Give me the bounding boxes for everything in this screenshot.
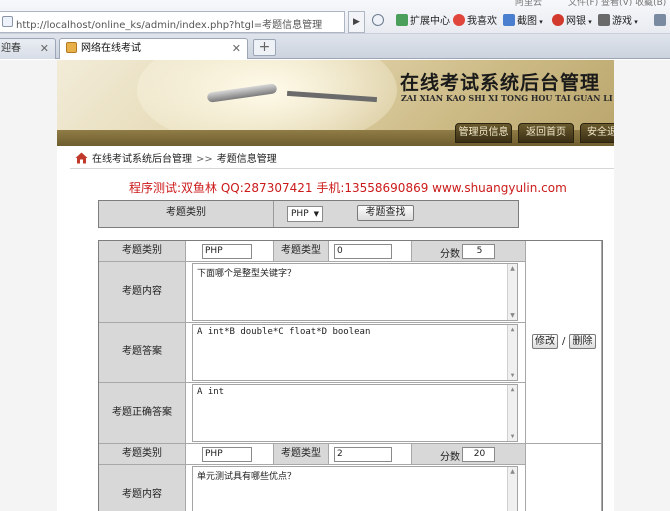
- netbank-button[interactable]: 网银 ▾: [552, 14, 592, 30]
- type-field[interactable]: 0: [334, 244, 392, 259]
- menu-bar-cut: 阿里云: [515, 0, 543, 8]
- content-label: 考题内容: [99, 465, 186, 511]
- breadcrumb-root[interactable]: 在线考试系统后台管理: [92, 154, 192, 165]
- page-favicon-icon: [66, 42, 77, 53]
- wrench-icon: [654, 14, 666, 26]
- search-button[interactable]: 考题查找: [357, 205, 414, 221]
- type-field[interactable]: 2: [334, 447, 392, 462]
- edit-button[interactable]: 修改: [532, 334, 558, 349]
- category-select[interactable]: PHP ▼: [287, 206, 323, 222]
- score-label: 分数: [440, 452, 460, 463]
- question-table: 考题类别 PHP 考题类型 0 分数 5 考题内容 下面哪个是整型关键字？ ▲ ▼…: [98, 240, 603, 511]
- category-field[interactable]: PHP: [202, 244, 252, 259]
- correct-answer-label: 考题正确答案: [99, 383, 186, 444]
- search-category-label: 考题类别: [99, 201, 274, 227]
- action-cell: 修改 / 删除: [526, 241, 602, 444]
- close-icon[interactable]: ✕: [232, 39, 241, 58]
- content-textarea[interactable]: 下面哪个是整型关键字？ ▲ ▼: [192, 263, 518, 321]
- banner: 在线考试系统后台管理 ZAI XIAN KAO SHI XI TONG HOU …: [57, 60, 614, 146]
- tab-inactive[interactable]: 迎春 ✕: [0, 38, 56, 59]
- screenshot-button[interactable]: 截图 ▾: [503, 14, 543, 30]
- gamepad-icon: [598, 14, 610, 26]
- favorites-button[interactable]: 我喜欢: [453, 14, 497, 30]
- search-form: 考题类别 PHP ▼ 考题查找: [98, 200, 519, 228]
- tools-button[interactable]: [654, 14, 668, 30]
- type-label: 考题类型: [274, 241, 329, 262]
- answer-textarea[interactable]: A int*B double*C float*D boolean ▲ ▼: [192, 324, 518, 381]
- address-text: http://localhost/online_ks/admin/index.p…: [16, 20, 323, 31]
- scrollbar[interactable]: ▲: [507, 467, 517, 511]
- menu-bar-cut-right: 文件(F) 查看(V) 收藏(B): [568, 0, 667, 8]
- content-textarea[interactable]: 单元测试具有哪些优点？ ▲: [192, 466, 518, 511]
- correct-answer-textarea[interactable]: A int ▲ ▼: [192, 384, 518, 442]
- address-bar[interactable]: http://localhost/online_ks/admin/index.p…: [0, 11, 345, 33]
- dropdown-arrow-icon: ▼: [313, 210, 319, 218]
- browser-toolbar: 阿里云 文件(F) 查看(V) 收藏(B) http://localhost/o…: [0, 0, 670, 34]
- puzzle-icon: [396, 14, 408, 26]
- home-icon: [75, 152, 88, 164]
- delete-button[interactable]: 删除: [569, 334, 596, 349]
- score-label: 分数: [440, 249, 460, 260]
- breadcrumb-current: 考题信息管理: [216, 154, 277, 165]
- divider: [70, 168, 614, 169]
- scrollbar[interactable]: ▲ ▼: [507, 325, 517, 380]
- action-cell: [526, 444, 602, 511]
- logout-button[interactable]: 安全退出: [580, 123, 614, 143]
- answer-label: 考题答案: [99, 323, 186, 383]
- score-field[interactable]: 5: [462, 244, 495, 259]
- close-icon[interactable]: ✕: [40, 39, 49, 58]
- category-label: 考题类别: [99, 241, 186, 262]
- shield-button[interactable]: [372, 14, 386, 30]
- category-field[interactable]: PHP: [202, 447, 252, 462]
- site-title-pinyin: ZAI XIAN KAO SHI XI TONG HOU TAI GUAN LI: [401, 93, 613, 103]
- breadcrumb: 在线考试系统后台管理 >> 考题信息管理: [75, 152, 277, 166]
- site-title: 在线考试系统后台管理: [400, 72, 601, 94]
- new-tab-button[interactable]: +: [253, 39, 276, 56]
- go-button[interactable]: ▶: [348, 11, 365, 33]
- tab-active[interactable]: 网络在线考试 ✕: [59, 38, 248, 59]
- score-field[interactable]: 20: [462, 447, 495, 462]
- extensions-button[interactable]: 扩展中心: [396, 14, 450, 30]
- scrollbar[interactable]: ▲ ▼: [507, 264, 517, 320]
- tab-bar: 迎春 ✕ 网络在线考试 ✕: [0, 34, 670, 59]
- page-icon: [2, 16, 13, 27]
- scrollbar[interactable]: ▲ ▼: [507, 385, 517, 441]
- heart-icon: [453, 14, 465, 26]
- shield-icon: [372, 14, 384, 26]
- scissors-icon: [503, 14, 515, 26]
- bank-icon: [552, 14, 564, 26]
- games-button[interactable]: 游戏 ▾: [598, 14, 638, 30]
- type-label: 考题类型: [274, 444, 329, 465]
- category-label: 考题类别: [99, 444, 186, 465]
- content-label: 考题内容: [99, 262, 186, 323]
- admin-info-button[interactable]: 管理员信息: [455, 123, 512, 143]
- tester-info: 程序测试:双鱼林 QQ:287307421 手机:13558690869 www…: [129, 181, 567, 195]
- home-button[interactable]: 返回首页: [518, 123, 574, 143]
